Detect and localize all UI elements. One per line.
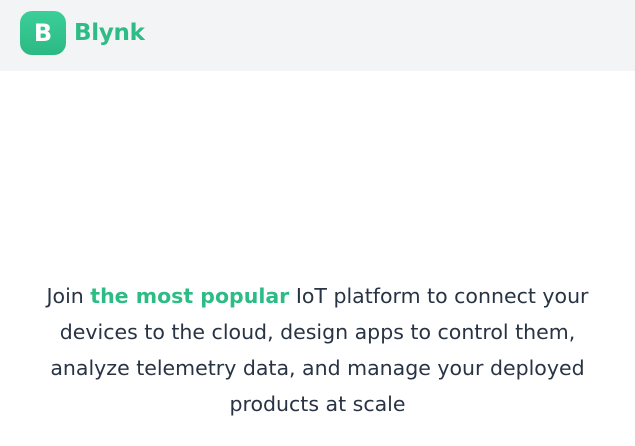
site-header: B Blynk [0, 0, 635, 71]
hero-tagline: Join the most popular IoT platform to co… [30, 278, 605, 422]
blynk-logo-icon: B [20, 11, 66, 55]
blynk-home-link[interactable]: B Blynk [20, 11, 145, 55]
brand-name: Blynk [74, 20, 145, 46]
tagline-prefix: Join [46, 284, 91, 308]
hero-section: Join the most popular IoT platform to co… [0, 71, 635, 446]
tagline-highlight: the most popular [90, 284, 290, 308]
